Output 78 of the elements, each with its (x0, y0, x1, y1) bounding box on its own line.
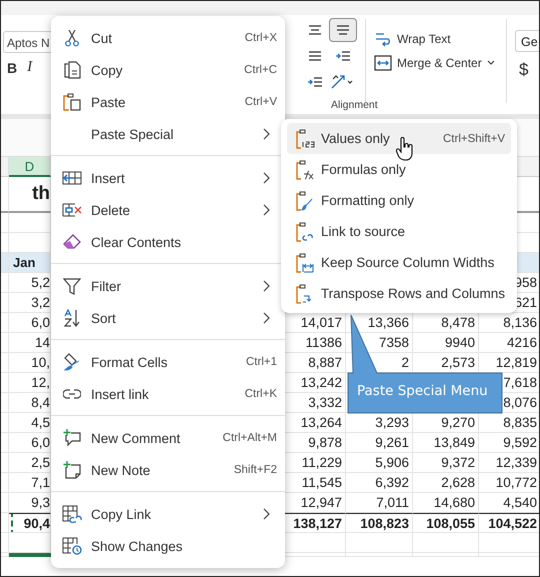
table-cell: 12,339 (479, 453, 539, 473)
menu-item[interactable]: Copy Ctrl+C (51, 54, 285, 86)
table-cell: 9,372 (413, 453, 479, 473)
indent-icon (307, 75, 323, 89)
scissors-icon (64, 29, 80, 47)
menu-item[interactable]: Paste Ctrl+V (51, 86, 285, 118)
menu-item[interactable]: New Note Shift+F2 (51, 454, 285, 486)
table-cell: 9,261 (346, 433, 413, 453)
bold-button[interactable]: B (7, 59, 18, 76)
align-lines-icon (307, 49, 323, 63)
eraser-icon (63, 234, 81, 250)
table-cell (346, 533, 413, 553)
table-cell: 108,055 (413, 513, 479, 533)
menu-item[interactable]: New Comment Ctrl+Alt+M (51, 422, 285, 454)
menu-item[interactable]: Copy Link (51, 498, 285, 530)
menu-item[interactable]: Cut Ctrl+X (51, 22, 285, 54)
clipboard-icon (295, 252, 315, 272)
table-cell: 108,823 (346, 513, 413, 533)
table-link-icon (62, 505, 82, 523)
wrap-text-button[interactable]: Wrap Text (374, 31, 498, 47)
table-cell: 2,628 (413, 473, 479, 493)
hand-cursor-icon (396, 137, 414, 161)
indent-icon (335, 49, 351, 63)
menu-item[interactable]: Filter (51, 270, 285, 302)
menu-item[interactable]: Formulas only (287, 154, 511, 185)
align-lines-icon (307, 23, 323, 37)
table-cell: 104,522 (479, 513, 539, 533)
table-cell: 9,592 (479, 433, 539, 453)
table-cell: 6,392 (346, 473, 413, 493)
merge-icon (374, 55, 392, 71)
note-icon (63, 461, 81, 479)
menu-item[interactable]: Format Cells Ctrl+1 (51, 346, 285, 378)
clipboard-icon (295, 128, 315, 148)
table-cell: 13,849 (413, 433, 479, 453)
table-cell: Jan (9, 253, 51, 273)
insert-cells-icon (62, 170, 82, 186)
table-cell: 9940 (413, 333, 479, 353)
sort-icon (63, 309, 81, 327)
clipboard-icon (63, 93, 81, 111)
link-icon (63, 388, 81, 400)
alignment-button[interactable] (329, 18, 357, 42)
table-cell: 5,906 (346, 453, 413, 473)
menu-item[interactable]: Formatting only (287, 185, 511, 216)
menu-item[interactable]: Clear Contents (51, 226, 285, 258)
copy-marquee: 90,4 (14, 514, 50, 532)
wrap-icon (374, 31, 392, 47)
align-lines-icon (335, 23, 351, 37)
table-history-icon (62, 537, 82, 555)
group-label: Alignment (331, 99, 379, 111)
filter-icon (63, 277, 81, 295)
menu-item[interactable]: Show Changes (51, 530, 285, 562)
menu-item[interactable]: Sort (51, 302, 285, 334)
merge-center-button[interactable]: Merge & Center (374, 55, 498, 71)
copy-icon (63, 61, 81, 79)
table-cell: 7,011 (346, 493, 413, 513)
menu-item[interactable]: Values only Ctrl+Shift+V (287, 123, 511, 154)
number-format-field[interactable]: Ge (515, 30, 539, 52)
clipboard-icon (295, 160, 315, 180)
selected-cell[interactable] (9, 553, 51, 557)
clipboard-icon (295, 190, 315, 210)
caret-icon (486, 60, 495, 66)
table-cell: 14,680 (413, 493, 479, 513)
clipboard-icon (295, 222, 315, 242)
table-cell (413, 533, 479, 553)
comment-icon (63, 429, 81, 447)
menu-item[interactable]: Paste Special (51, 118, 285, 150)
menu-item[interactable]: Delete (51, 194, 285, 226)
paintbrush-icon (63, 353, 81, 371)
italic-button[interactable]: I (27, 59, 32, 76)
menu-item[interactable]: Link to source (287, 216, 511, 247)
menu-item[interactable]: Insert (51, 162, 285, 194)
menu-item[interactable]: Insert link Ctrl+K (51, 378, 285, 410)
delete-cells-icon (62, 202, 82, 218)
table-cell: 10,772 (479, 473, 539, 493)
column-header[interactable]: D (9, 157, 51, 177)
table-cell: 4216 (479, 333, 539, 353)
table-cell: 4,540 (479, 493, 539, 513)
currency-button[interactable]: $ (515, 60, 539, 80)
